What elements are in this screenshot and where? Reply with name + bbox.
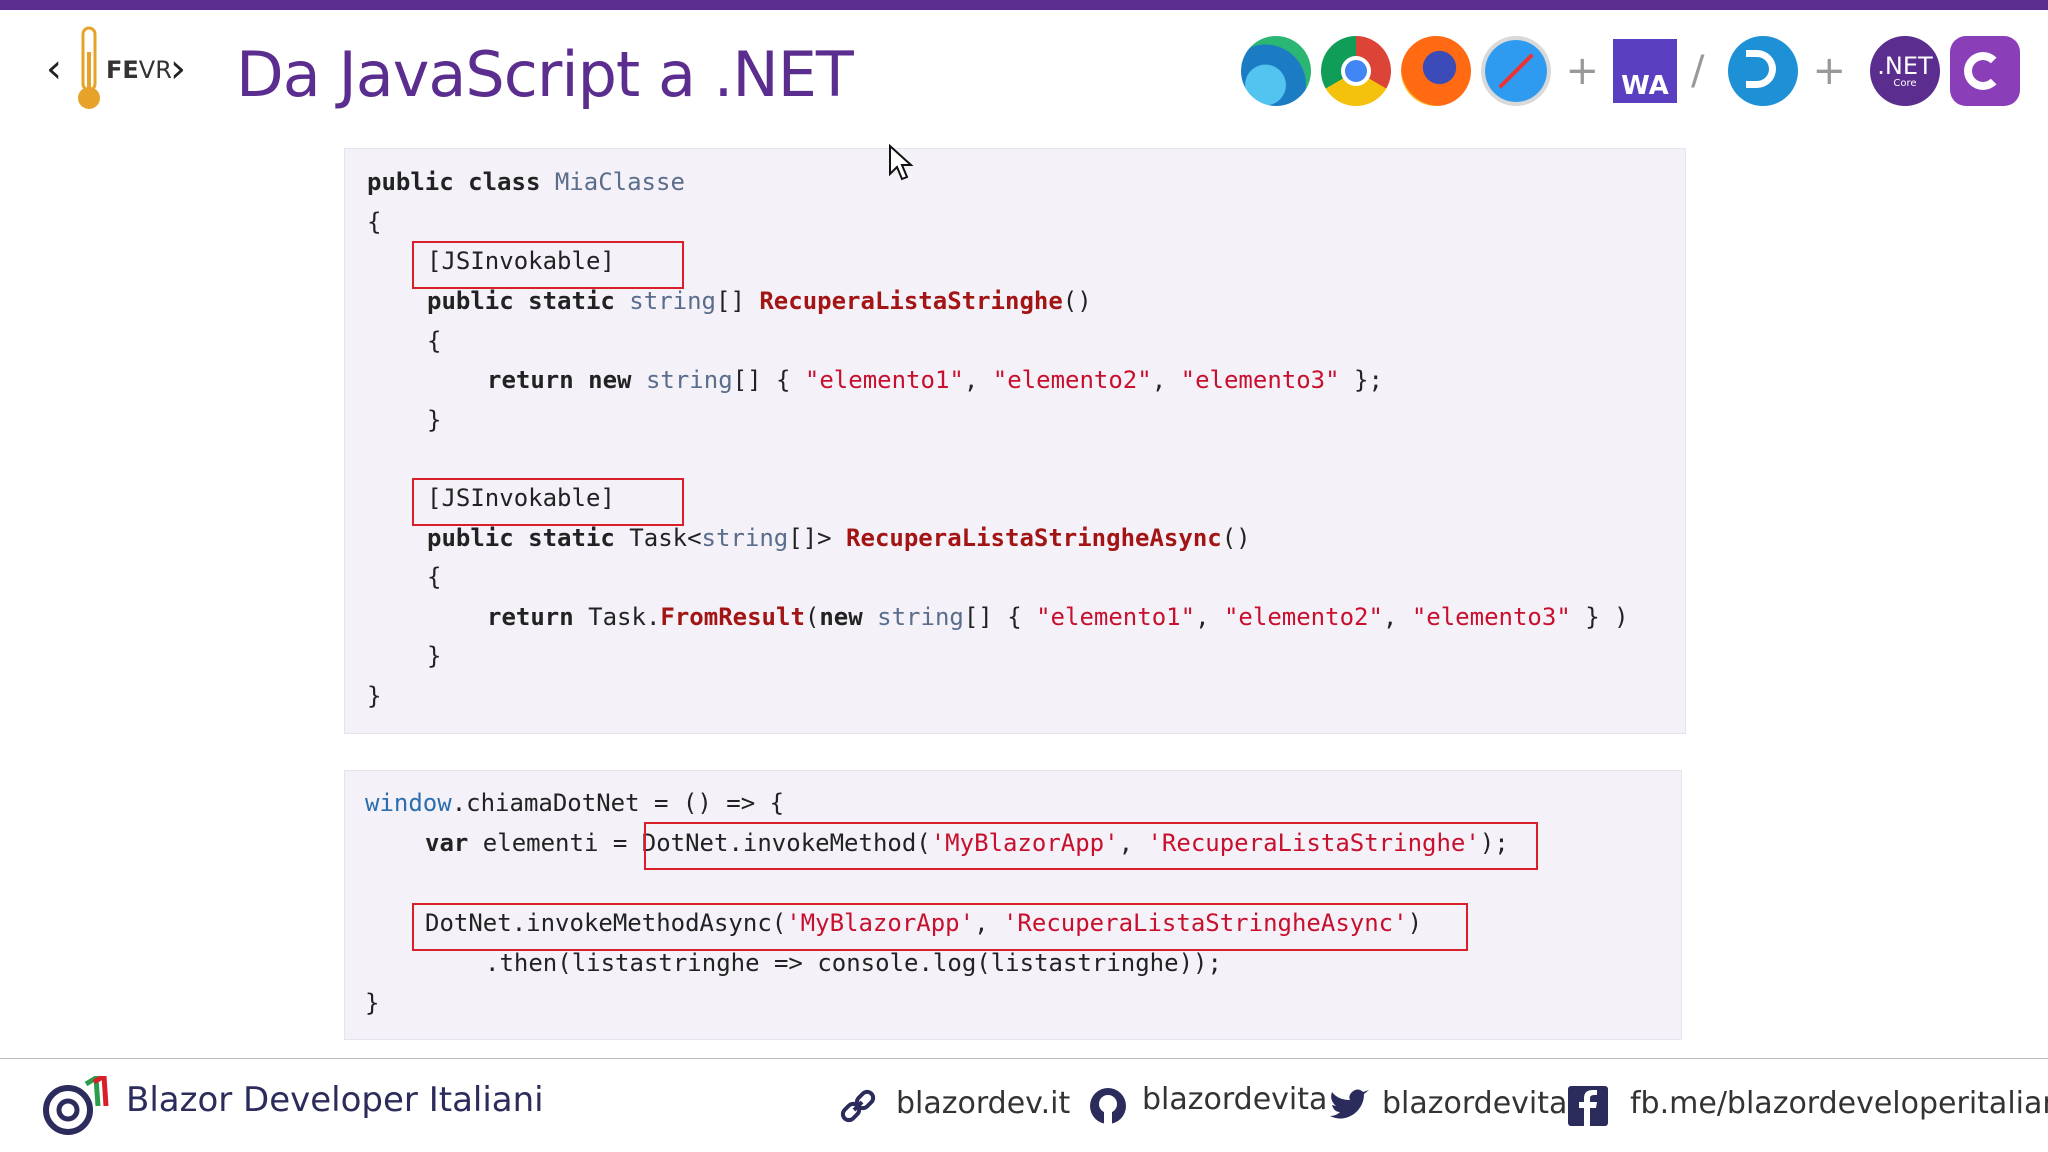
facebook-icon [1568, 1086, 1608, 1126]
github-link[interactable]: blazordevita [1142, 1082, 1327, 1117]
code-line: } [365, 989, 380, 1017]
code-line: { [367, 208, 382, 236]
logo-text: FEVR [106, 56, 172, 84]
highlight-box [412, 903, 1468, 951]
code-line: public class MiaClasse [367, 168, 685, 196]
csharp-icon [1950, 36, 2020, 106]
highlight-box [412, 241, 684, 289]
chevron-right-icon: › [170, 46, 186, 92]
csharp-code-block: public class MiaClasse { [JSInvokable] p… [344, 148, 1686, 734]
code-line: window.chiamaDotNet = () => { [365, 789, 785, 817]
plus-sign: + [1565, 48, 1599, 94]
link-icon [840, 1089, 876, 1123]
twitter-icon [1330, 1089, 1369, 1119]
footer: Blazor Developer Italiani blazordev.it b… [0, 1058, 2048, 1152]
code-line: } [427, 642, 442, 670]
fevr-logo: ‹ FEVR › [46, 26, 196, 112]
code-line: public static string[] RecuperaListaStri… [427, 287, 1092, 315]
tech-icons-row: + WA / + .NET Core [1231, 36, 2020, 106]
code-line: { [427, 327, 442, 355]
thermometer-icon [78, 26, 100, 109]
slash-sign: / [1691, 48, 1705, 94]
code-line: return new string[] { "elemento1", "elem… [487, 366, 1383, 394]
plus-sign: + [1812, 48, 1846, 94]
highlight-box [644, 822, 1538, 870]
mouse-cursor-icon [889, 144, 914, 181]
razor-icon [1728, 36, 1799, 106]
code-line: return Task.FromResult(new string[] { "e… [487, 603, 1629, 631]
twitter-link[interactable]: blazordevita [1382, 1086, 1567, 1121]
website-link[interactable]: blazordev.it [896, 1086, 1070, 1121]
edge-icon [1241, 36, 1312, 106]
top-accent-bar [0, 0, 2048, 10]
firefox-icon [1401, 36, 1472, 106]
code-line: } [367, 682, 382, 710]
webassembly-icon: WA [1613, 39, 1677, 103]
dotnet-core-icon: .NET Core [1870, 36, 1940, 106]
code-line: } [427, 406, 442, 434]
brand-name: Blazor Developer Italiani [126, 1080, 544, 1120]
chevron-left-icon: ‹ [46, 46, 62, 92]
highlight-box [412, 478, 684, 526]
facebook-link[interactable]: fb.me/blazordeveloperitaliani [1630, 1086, 2048, 1121]
blazor-italia-logo-icon [43, 1076, 109, 1135]
code-line: public static Task<string[]> RecuperaLis… [427, 524, 1251, 552]
github-icon [1090, 1088, 1126, 1124]
slide-title: Da JavaScript a .NET [236, 38, 854, 111]
chrome-icon [1321, 36, 1392, 106]
safari-icon [1481, 36, 1552, 106]
code-line: .then(listastringhe => console.log(lista… [485, 949, 1222, 977]
code-line: { [427, 563, 442, 591]
